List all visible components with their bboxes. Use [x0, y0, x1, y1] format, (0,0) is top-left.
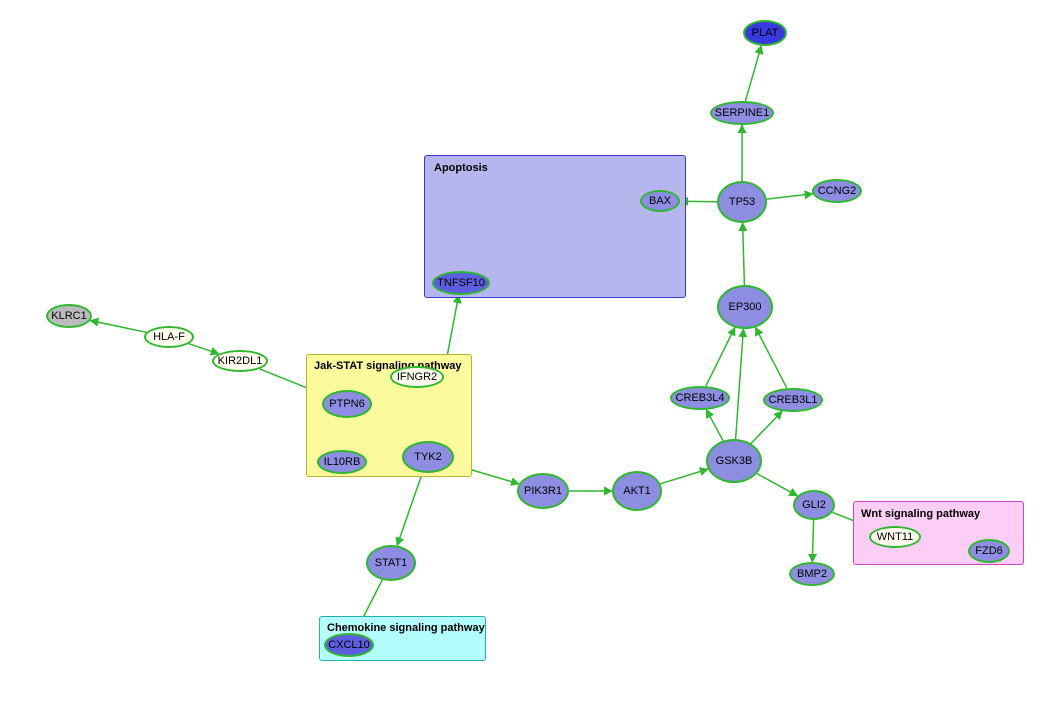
node-AKT1[interactable]: AKT1	[612, 471, 662, 511]
node-STAT1[interactable]: STAT1	[366, 545, 416, 581]
edge-TP53-CCNG2	[767, 194, 813, 199]
edge-CREB3L1-EP300	[756, 327, 787, 388]
edge-SERPINE1-PLAT	[745, 46, 761, 101]
edge-EP300-TP53	[743, 223, 745, 285]
node-WNT11[interactable]: WNT11	[869, 526, 921, 548]
edge-GSK3B-CREB3L1	[751, 411, 782, 443]
node-CREB3L1[interactable]: CREB3L1	[763, 388, 823, 412]
node-KLRC1[interactable]: KLRC1	[46, 304, 92, 328]
edge-GSK3B-EP300	[736, 329, 744, 439]
node-EP300[interactable]: EP300	[717, 285, 773, 329]
network-canvas[interactable]: Apoptosis Jak-STAT signaling pathway Che…	[0, 0, 1043, 701]
node-GSK3B[interactable]: GSK3B	[706, 439, 762, 483]
node-TYK2[interactable]: TYK2	[402, 441, 454, 473]
node-BMP2[interactable]: BMP2	[789, 562, 835, 586]
node-GLI2[interactable]: GLI2	[793, 490, 835, 520]
node-PTPN6[interactable]: PTPN6	[322, 390, 372, 418]
node-PLAT[interactable]: PLAT	[743, 20, 787, 46]
edges-layer	[0, 0, 1043, 701]
edge-HLA-F-KIR2DL1	[189, 344, 219, 354]
edge-CREB3L4-EP300	[706, 328, 735, 387]
node-CREB3L4[interactable]: CREB3L4	[670, 386, 730, 410]
edge-AKT1-GSK3B	[660, 469, 708, 484]
node-PIK3R1[interactable]: PIK3R1	[517, 473, 569, 509]
edge-TYK2-STAT1	[397, 473, 422, 546]
edge-GLI2-BMP2	[812, 520, 813, 562]
node-KIR2DL1[interactable]: KIR2DL1	[212, 350, 268, 372]
edge-GSK3B-CREB3L4	[706, 410, 723, 441]
node-FZD6[interactable]: FZD6	[968, 539, 1010, 563]
group-wnt-label: Wnt signaling pathway	[861, 508, 980, 520]
edge-HLA-F-KLRC1	[90, 321, 146, 333]
node-CCNG2[interactable]: CCNG2	[812, 179, 862, 203]
node-TP53[interactable]: TP53	[717, 181, 767, 223]
group-apoptosis-label: Apoptosis	[434, 162, 488, 174]
node-BAX[interactable]: BAX	[640, 190, 680, 212]
node-IL10RB[interactable]: IL10RB	[317, 450, 367, 474]
node-IFNGR2[interactable]: IFNGR2	[390, 366, 444, 388]
node-CXCL10[interactable]: CXCL10	[324, 633, 374, 657]
node-TNFSF10[interactable]: TNFSF10	[432, 271, 490, 295]
node-SERPINE1[interactable]: SERPINE1	[710, 101, 774, 125]
node-HLA-F[interactable]: HLA-F	[144, 326, 194, 348]
edge-GSK3B-GLI2	[757, 474, 798, 496]
